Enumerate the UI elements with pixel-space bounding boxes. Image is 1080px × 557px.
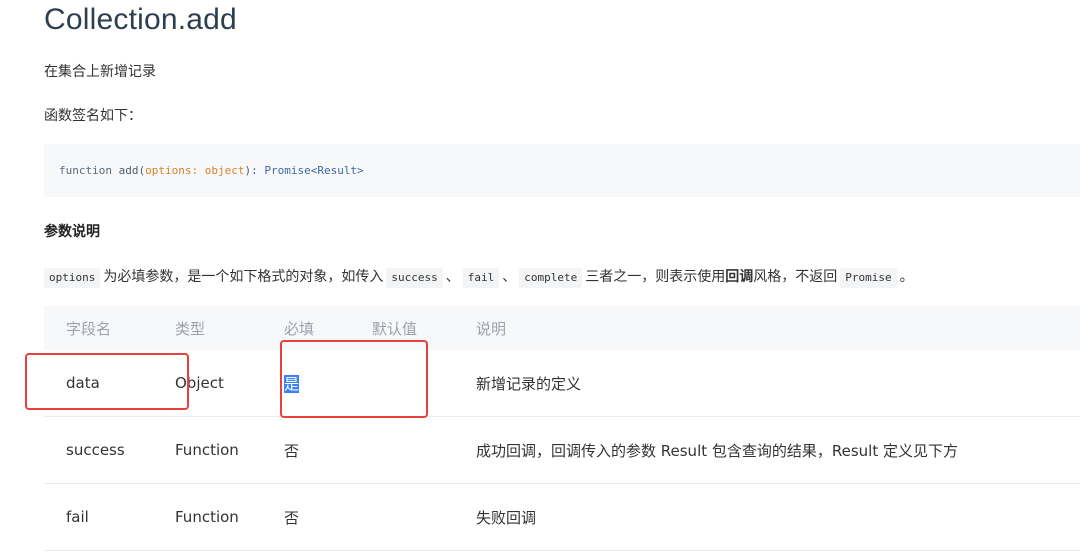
code-param-type: object [204, 164, 245, 177]
cell-name: success [44, 416, 175, 484]
doc-page: Collection.add 在集合上新增记录 函数签名如下： function… [0, 0, 1080, 557]
intro-text: 在集合上新增记录 [44, 64, 156, 80]
desc-sep-1: 、 [445, 269, 460, 285]
table-row: fail Function 否 失败回调 [44, 483, 1080, 551]
table-header-row: 字段名 类型 必填 默认值 说明 [44, 306, 1080, 350]
code-param-name: options [145, 164, 192, 177]
cell-type: Object [175, 350, 284, 417]
inline-code-success: success [386, 268, 443, 288]
inline-code-complete: complete [519, 268, 583, 288]
table-row: success Function 否 成功回调，回调传入的参数 Result 包… [44, 416, 1080, 484]
inline-code-options: options [44, 268, 101, 288]
annotation-box-required [280, 340, 428, 418]
cell-default [372, 483, 476, 551]
cell-type: Function [175, 416, 284, 484]
cell-required: 否 [284, 483, 372, 551]
table-row: data Object 是 新增记录的定义 [44, 350, 1080, 417]
signature-label: 函数签名如下： [44, 108, 142, 124]
code-sep: : [191, 164, 205, 177]
cell-description: 成功回调，回调传入的参数 Result 包含查询的结果，Result 定义见下方 [476, 416, 1080, 484]
cell-default [372, 416, 476, 484]
cell-description: 新增记录的定义 [476, 350, 1080, 417]
page-title: Collection.add [44, 3, 237, 36]
section-heading: 参数说明 [44, 224, 100, 240]
code-block[interactable]: function add(options: object): Promise<R… [44, 144, 1080, 197]
code-return-type: Promise<Result> [264, 164, 364, 177]
params-table: 字段名 类型 必填 默认值 说明 data Object 是 新增记录的定义 s… [44, 306, 1080, 551]
cell-description: 失败回调 [476, 483, 1080, 551]
code-fn-name: add( [111, 164, 146, 177]
desc-end: 。 [899, 269, 914, 285]
header-type: 类型 [175, 306, 284, 350]
desc-sep-2: 、 [502, 269, 517, 285]
code-keyword: function [59, 164, 112, 177]
header-field-name: 字段名 [44, 306, 175, 350]
desc-text-2: 三者之一，则表示使用 [585, 269, 726, 285]
annotation-box-data [25, 353, 189, 410]
cell-type: Function [175, 483, 284, 551]
inline-code-promise: Promise [840, 268, 897, 288]
cell-name: fail [44, 483, 175, 551]
desc-text-1: 为必填参数，是一个如下格式的对象，如传入 [103, 269, 384, 285]
cell-required: 否 [284, 416, 372, 484]
code-close: ): [244, 164, 265, 177]
desc-bold: 回调 [725, 269, 754, 285]
desc-text-3: 风格，不返回 [753, 269, 838, 285]
inline-code-fail: fail [462, 268, 500, 288]
header-description: 说明 [476, 306, 1080, 350]
param-description: options 为必填参数，是一个如下格式的对象，如传入 success、 fail、… [44, 266, 914, 288]
